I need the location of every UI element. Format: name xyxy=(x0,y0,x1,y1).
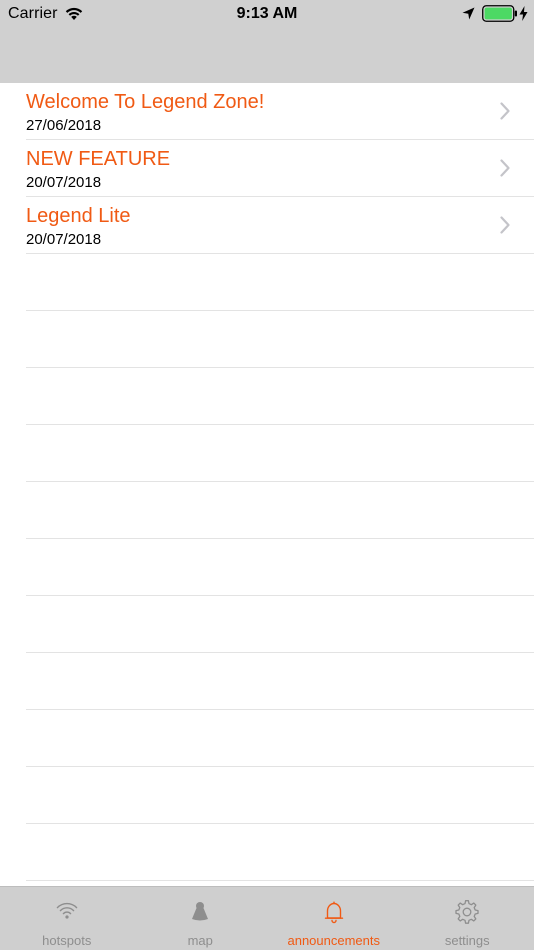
app-screen: Carrier 9:13 AM Welcome To Legend Zone! xyxy=(0,0,534,950)
charging-bolt-icon xyxy=(519,6,528,21)
clock-time: 9:13 AM xyxy=(236,5,298,22)
announcement-date: 20/07/2018 xyxy=(26,174,102,191)
tab-label: map xyxy=(187,933,213,948)
status-bar: Carrier 9:13 AM xyxy=(0,0,534,28)
location-arrow-icon xyxy=(462,7,475,20)
gear-icon xyxy=(455,900,479,924)
empty-row xyxy=(26,596,534,653)
announcement-title: NEW FEATURE xyxy=(26,148,171,170)
tab-map[interactable]: map xyxy=(134,887,268,950)
announcement-title: Welcome To Legend Zone! xyxy=(26,91,265,113)
announcement-row[interactable]: Legend Lite 20/07/2018 xyxy=(26,197,534,254)
announcement-row[interactable]: Welcome To Legend Zone! 27/06/2018 xyxy=(26,83,534,140)
empty-row xyxy=(26,539,534,596)
empty-row xyxy=(26,653,534,710)
chevron-right-icon xyxy=(500,102,510,120)
tab-settings[interactable]: settings xyxy=(401,887,534,950)
tab-label: settings xyxy=(444,933,490,948)
empty-row xyxy=(26,824,534,881)
empty-row xyxy=(26,767,534,824)
announcement-title: Legend Lite xyxy=(26,205,131,227)
chevron-right-icon xyxy=(500,159,510,177)
tab-label: hotspots xyxy=(42,933,92,948)
battery-icon xyxy=(482,5,517,22)
empty-row xyxy=(26,254,534,311)
empty-row xyxy=(26,482,534,539)
empty-row xyxy=(26,311,534,368)
bell-icon xyxy=(324,901,343,924)
empty-row xyxy=(26,425,534,482)
wifi-icon xyxy=(56,902,78,919)
announcement-date: 27/06/2018 xyxy=(26,117,102,134)
announcement-row[interactable]: NEW FEATURE 20/07/2018 xyxy=(26,140,534,197)
tab-bar: hotspots map announcements settings xyxy=(0,886,534,950)
navigation-header: Carrier 9:13 AM xyxy=(0,0,534,83)
chevron-right-icon xyxy=(500,216,510,234)
empty-row xyxy=(26,368,534,425)
announcement-date: 20/07/2018 xyxy=(26,231,102,248)
tab-label: announcements xyxy=(287,933,380,948)
tab-announcements[interactable]: announcements xyxy=(267,887,401,950)
map-pin-icon xyxy=(192,902,209,921)
announcements-list: Welcome To Legend Zone! 27/06/2018 NEW F… xyxy=(0,83,534,938)
empty-row xyxy=(26,710,534,767)
tab-hotspots[interactable]: hotspots xyxy=(0,887,134,950)
